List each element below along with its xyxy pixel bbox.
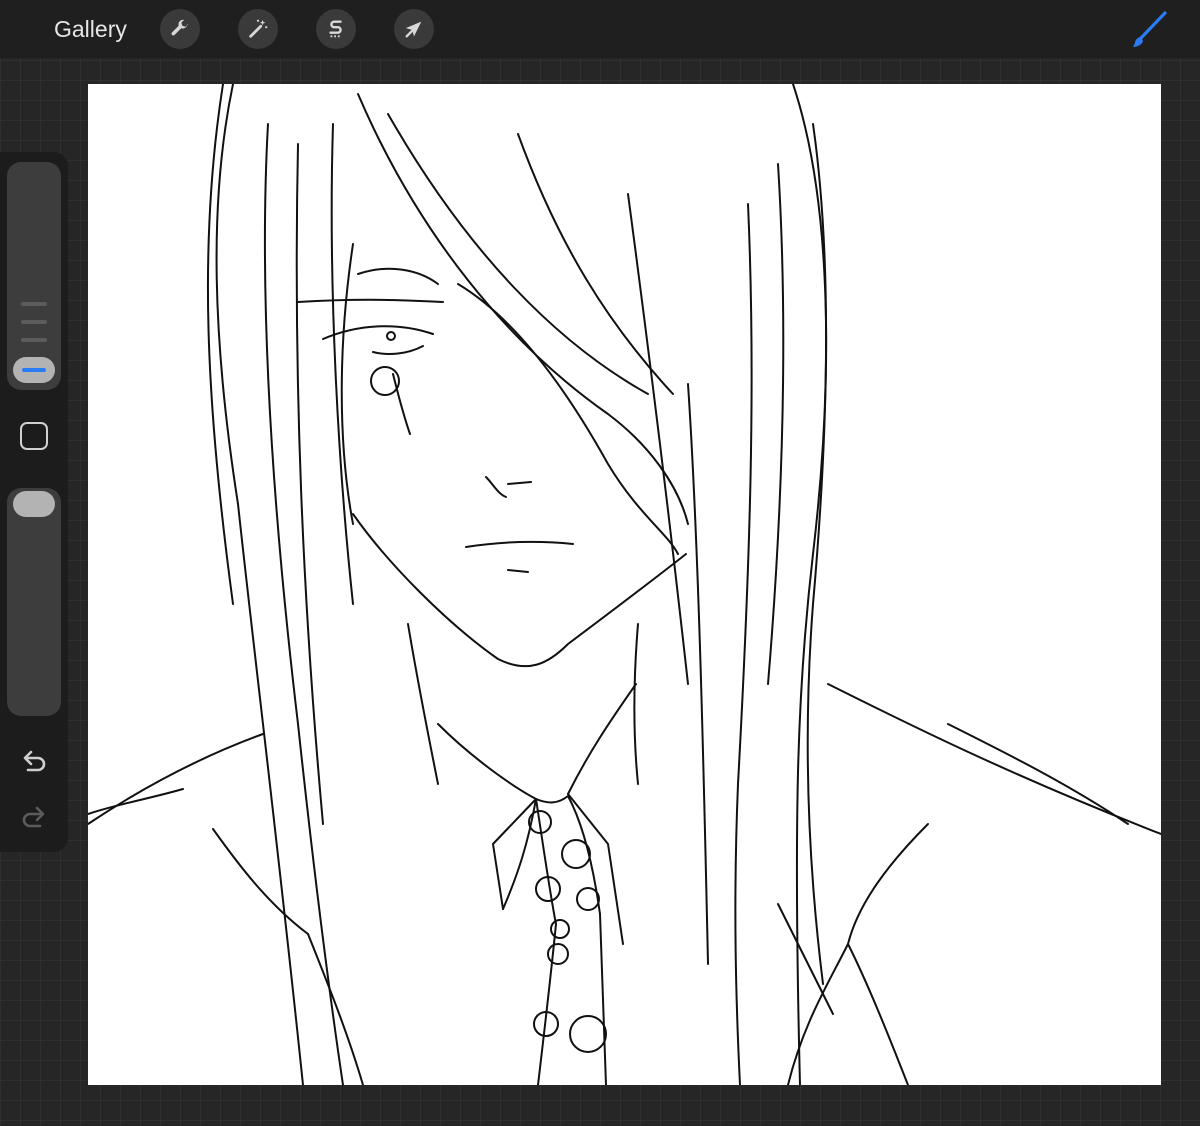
redo-icon xyxy=(22,806,45,828)
top-toolbar: Gallery xyxy=(0,0,1200,58)
drawing-canvas[interactable] xyxy=(88,84,1161,1085)
brush-button[interactable] xyxy=(1128,10,1170,50)
undo-button[interactable] xyxy=(18,746,50,778)
transform-button[interactable] xyxy=(394,9,434,49)
magic-wand-icon xyxy=(249,19,268,38)
wrench-icon xyxy=(171,19,189,36)
line-sketch-artwork xyxy=(88,84,1161,1085)
redo-button[interactable] xyxy=(18,802,50,834)
selection-s-icon xyxy=(329,20,342,38)
actions-button[interactable] xyxy=(160,9,200,49)
brush-icon xyxy=(1133,11,1167,47)
side-panel xyxy=(0,152,68,852)
adjustments-button[interactable] xyxy=(238,9,278,49)
size-tick xyxy=(21,338,47,342)
opacity-thumb[interactable] xyxy=(13,491,55,517)
undo-icon xyxy=(23,750,46,772)
size-tick xyxy=(21,302,47,306)
size-tick xyxy=(21,320,47,324)
arrow-cursor-icon xyxy=(405,21,422,38)
size-indicator xyxy=(22,368,46,372)
modify-button[interactable] xyxy=(20,422,48,450)
brush-size-slider[interactable] xyxy=(7,162,61,390)
gallery-button[interactable]: Gallery xyxy=(54,15,127,43)
brush-size-thumb[interactable] xyxy=(13,357,55,383)
opacity-slider[interactable] xyxy=(7,488,61,716)
selection-button[interactable] xyxy=(316,9,356,49)
